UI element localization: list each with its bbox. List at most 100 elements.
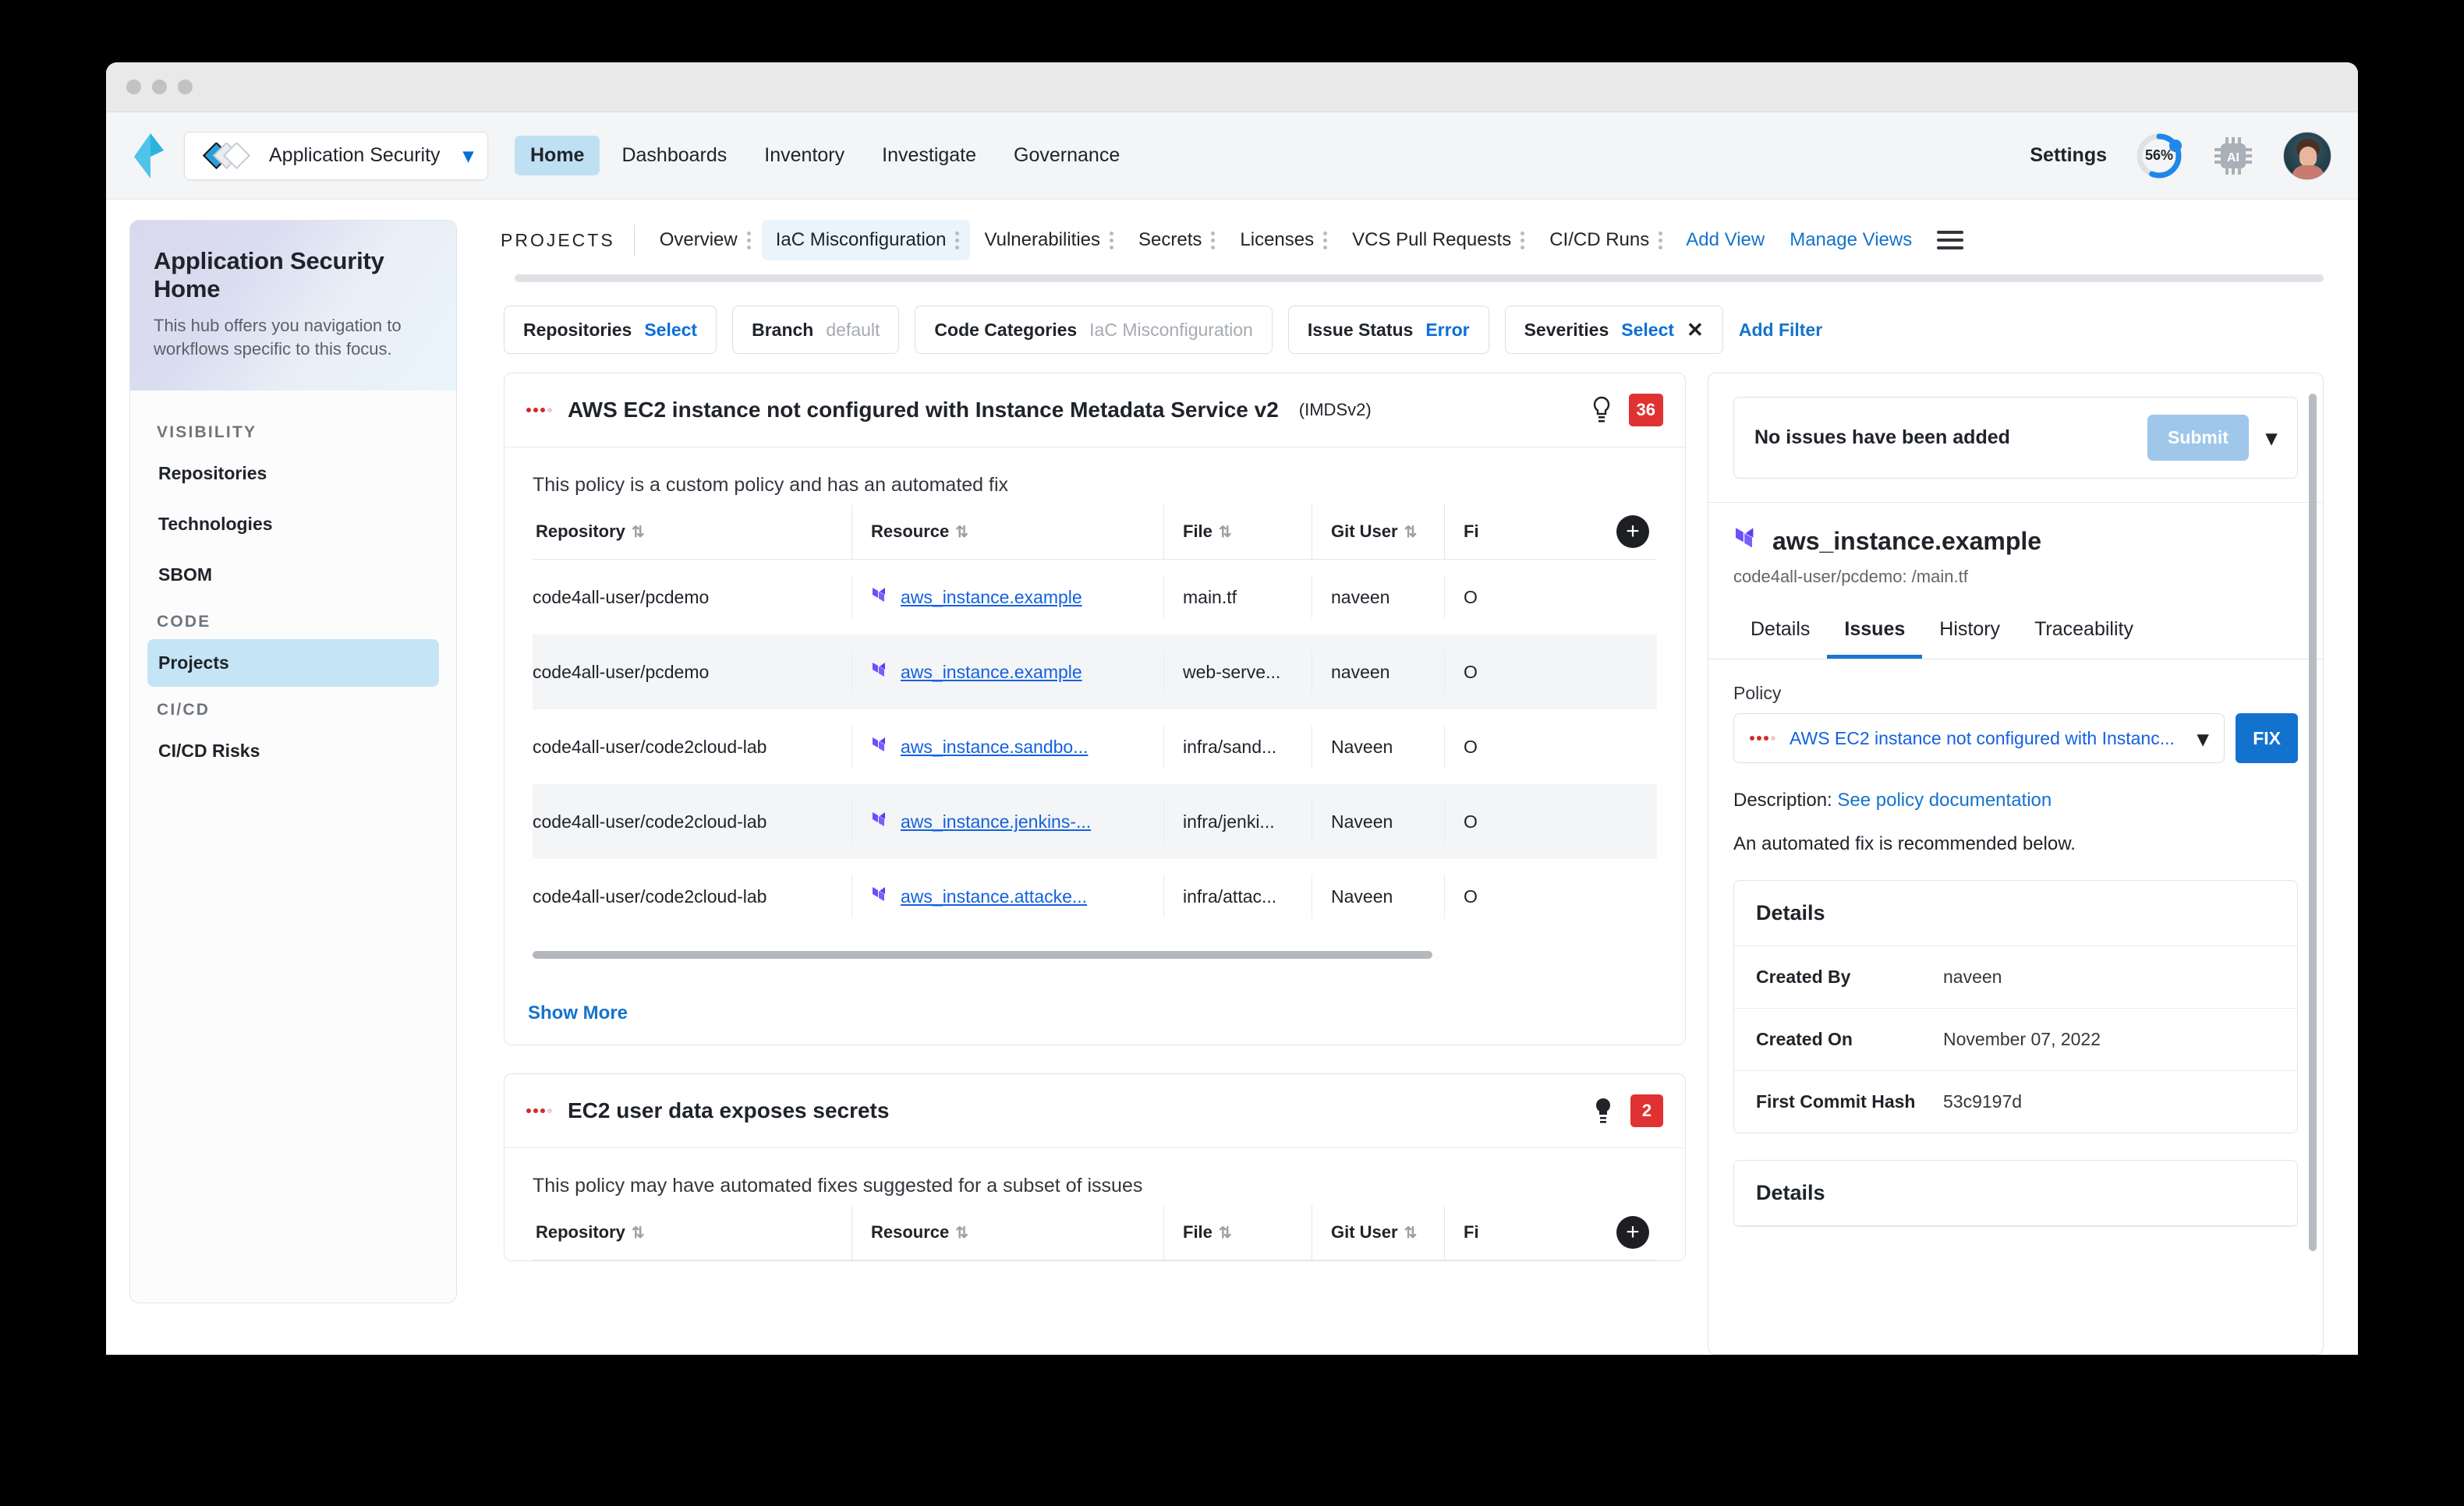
table-row[interactable]: code4all-user/pcdemo aws_instance.exampl…: [533, 560, 1657, 635]
sidebar-item-repositories[interactable]: Repositories: [147, 450, 439, 497]
cell-resource[interactable]: aws_instance.sandbo...: [852, 725, 1164, 769]
column-header-git-user[interactable]: Git User ⇅: [1312, 1205, 1445, 1260]
cell-resource-link[interactable]: aws_instance.sandbo...: [901, 737, 1088, 758]
column-header-repository[interactable]: Repository ⇅: [533, 1205, 852, 1260]
sort-icon[interactable]: ⇅: [1219, 522, 1232, 542]
kebab-menu-icon[interactable]: [1211, 231, 1216, 249]
filter-severities-value[interactable]: Select: [1621, 320, 1674, 341]
cell-resource-link[interactable]: aws_instance.attacke...: [901, 886, 1087, 907]
cell-resource[interactable]: aws_instance.jenkins-...: [852, 800, 1164, 843]
sort-icon[interactable]: ⇅: [955, 522, 968, 542]
settings-link[interactable]: Settings: [2030, 144, 2107, 167]
policy-select[interactable]: AWS EC2 instance not configured with Ins…: [1733, 713, 2225, 763]
cell-resource[interactable]: aws_instance.example: [852, 575, 1164, 619]
sidebar-item-projects[interactable]: Projects: [147, 638, 439, 687]
table-horizontal-scrollbar[interactable]: [533, 951, 1432, 959]
cell-resource[interactable]: aws_instance.example: [852, 650, 1164, 694]
chevron-down-icon[interactable]: ▾: [2197, 726, 2208, 751]
tab-vulnerabilities[interactable]: Vulnerabilities: [970, 220, 1124, 260]
sort-icon[interactable]: ⇅: [1404, 522, 1418, 542]
tab-iac-misconfiguration[interactable]: IaC Misconfiguration: [761, 220, 971, 260]
filter-repositories[interactable]: Repositories Select: [504, 306, 717, 354]
filter-issue-status[interactable]: Issue Status Error: [1287, 306, 1489, 354]
sort-icon[interactable]: ⇅: [955, 1223, 968, 1243]
add-view-button[interactable]: Add View: [1673, 220, 1777, 260]
cell-resource[interactable]: aws_instance.attacke...: [852, 875, 1164, 918]
filter-code-categories[interactable]: Code Categories IaC Misconfiguration: [915, 306, 1273, 354]
add-filter-button[interactable]: Add Filter: [1739, 320, 1822, 341]
cell-resource-link[interactable]: aws_instance.example: [901, 662, 1082, 683]
manage-views-button[interactable]: Manage Views: [1777, 220, 1924, 260]
chevron-down-icon[interactable]: ▾: [2266, 425, 2277, 451]
details-pane-scrollbar[interactable]: [2309, 394, 2317, 1251]
filter-repositories-value[interactable]: Select: [644, 320, 697, 341]
hamburger-menu-icon[interactable]: [1937, 231, 1964, 249]
focus-selector[interactable]: Application Security ▾: [184, 131, 488, 180]
kebab-menu-icon[interactable]: [955, 231, 960, 249]
tab-history[interactable]: History: [1922, 610, 2017, 659]
add-column-button[interactable]: +: [1616, 515, 1649, 548]
window-maximize-button[interactable]: [178, 80, 193, 94]
nav-item-inventory[interactable]: Inventory: [749, 136, 860, 175]
tab-cicd-runs[interactable]: CI/CD Runs: [1535, 220, 1673, 260]
column-header-resource[interactable]: Resource ⇅: [852, 1205, 1164, 1260]
issue-details-pane: No issues have been added Submit ▾ aws_i…: [1708, 373, 2324, 1355]
kebab-menu-icon[interactable]: [1521, 231, 1525, 249]
table-row[interactable]: code4all-user/code2cloud-lab aws_instanc…: [533, 784, 1657, 859]
tab-issues[interactable]: Issues: [1827, 610, 1923, 659]
sort-icon[interactable]: ⇅: [1219, 1223, 1232, 1243]
kebab-menu-icon[interactable]: [1323, 231, 1328, 249]
add-column-button[interactable]: +: [1616, 1216, 1649, 1249]
sort-icon[interactable]: ⇅: [632, 522, 645, 542]
user-avatar[interactable]: [2283, 131, 2331, 180]
tab-details[interactable]: Details: [1733, 610, 1827, 659]
nav-item-investigate[interactable]: Investigate: [866, 136, 992, 175]
sidebar-item-sbom[interactable]: SBOM: [147, 551, 439, 599]
tab-secrets[interactable]: Secrets: [1124, 220, 1226, 260]
window-minimize-button[interactable]: [152, 80, 167, 94]
filter-branch-value[interactable]: default: [826, 320, 880, 341]
submit-button[interactable]: Submit: [2147, 415, 2249, 461]
lightbulb-icon[interactable]: [1591, 1097, 1615, 1125]
table-row[interactable]: code4all-user/code2cloud-lab aws_instanc…: [533, 709, 1657, 784]
filter-severities[interactable]: Severities Select ✕: [1504, 306, 1723, 354]
fix-button[interactable]: FIX: [2236, 713, 2298, 763]
window-close-button[interactable]: [126, 80, 141, 94]
table-row[interactable]: code4all-user/code2cloud-lab aws_instanc…: [533, 859, 1657, 934]
policy-documentation-link[interactable]: See policy documentation: [1837, 790, 2052, 811]
policy-card-header[interactable]: AWS EC2 instance not configured with Ins…: [504, 373, 1685, 447]
sort-icon[interactable]: ⇅: [632, 1223, 645, 1243]
cell-resource-link[interactable]: aws_instance.example: [901, 587, 1082, 608]
filter-branch[interactable]: Branch default: [732, 306, 900, 354]
nav-item-governance[interactable]: Governance: [998, 136, 1135, 175]
column-header-file[interactable]: File ⇅: [1164, 1205, 1312, 1260]
ai-chip-icon[interactable]: AI: [2211, 134, 2255, 178]
sort-icon[interactable]: ⇅: [1404, 1223, 1418, 1243]
tab-overview[interactable]: Overview: [646, 220, 762, 260]
column-header-git-user[interactable]: Git User ⇅: [1312, 504, 1445, 559]
onboarding-progress-ring[interactable]: 56%: [2135, 132, 2183, 180]
table-header-row: Repository ⇅ Resource ⇅ File ⇅ Git User …: [533, 1205, 1657, 1260]
table-row[interactable]: code4all-user/pcdemo aws_instance.exampl…: [533, 635, 1657, 709]
kebab-menu-icon[interactable]: [1659, 231, 1663, 249]
nav-item-dashboards[interactable]: Dashboards: [606, 136, 742, 175]
filter-code-categories-value[interactable]: IaC Misconfiguration: [1089, 320, 1253, 341]
policy-card-header[interactable]: EC2 user data exposes secrets 2: [504, 1074, 1685, 1148]
column-header-repository[interactable]: Repository ⇅: [533, 504, 852, 559]
cell-resource-link[interactable]: aws_instance.jenkins-...: [901, 811, 1091, 833]
tab-traceability[interactable]: Traceability: [2017, 610, 2151, 659]
kebab-menu-icon[interactable]: [746, 231, 751, 249]
close-icon[interactable]: ✕: [1687, 318, 1704, 342]
filter-issue-status-value[interactable]: Error: [1425, 320, 1469, 341]
tab-licenses[interactable]: Licenses: [1226, 220, 1338, 260]
show-more-button[interactable]: Show More: [504, 982, 1685, 1024]
views-horizontal-scrollbar[interactable]: [515, 274, 2324, 282]
column-header-resource[interactable]: Resource ⇅: [852, 504, 1164, 559]
kebab-menu-icon[interactable]: [1110, 231, 1114, 249]
lightbulb-icon[interactable]: [1590, 396, 1613, 424]
sidebar-item-technologies[interactable]: Technologies: [147, 500, 439, 548]
tab-vcs-pull-requests[interactable]: VCS Pull Requests: [1338, 220, 1535, 260]
nav-item-home[interactable]: Home: [515, 136, 600, 175]
column-header-file[interactable]: File ⇅: [1164, 504, 1312, 559]
sidebar-item-cicd-risks[interactable]: CI/CD Risks: [147, 727, 439, 775]
